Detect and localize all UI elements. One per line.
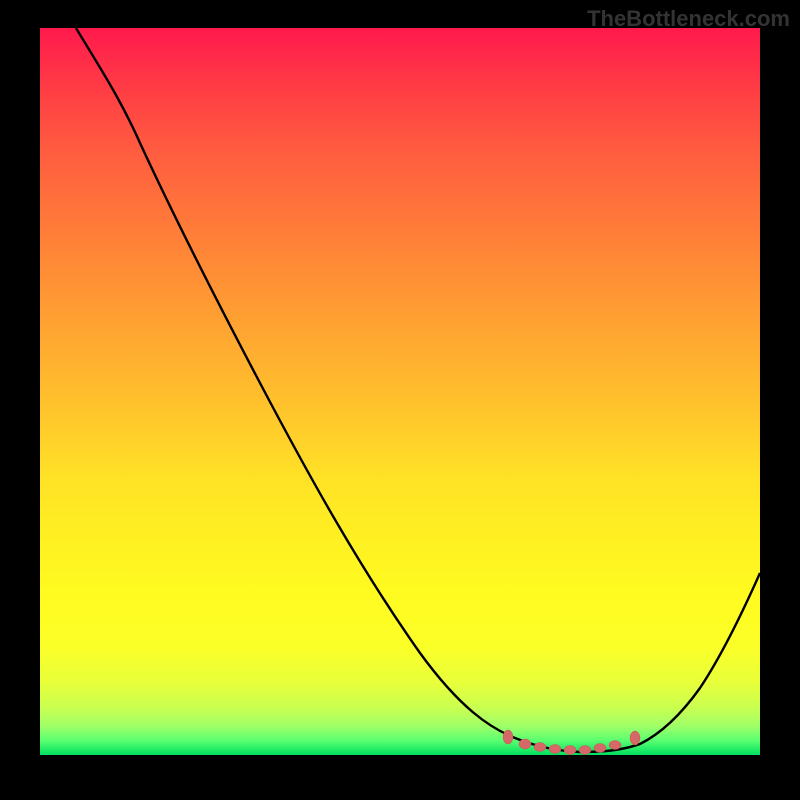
plot-area	[40, 28, 760, 755]
bottleneck-curve	[76, 28, 760, 752]
chart-container: TheBottleneck.com	[0, 0, 800, 800]
chart-svg	[40, 28, 760, 755]
watermark-text: TheBottleneck.com	[587, 6, 790, 32]
marker-group	[503, 730, 640, 755]
